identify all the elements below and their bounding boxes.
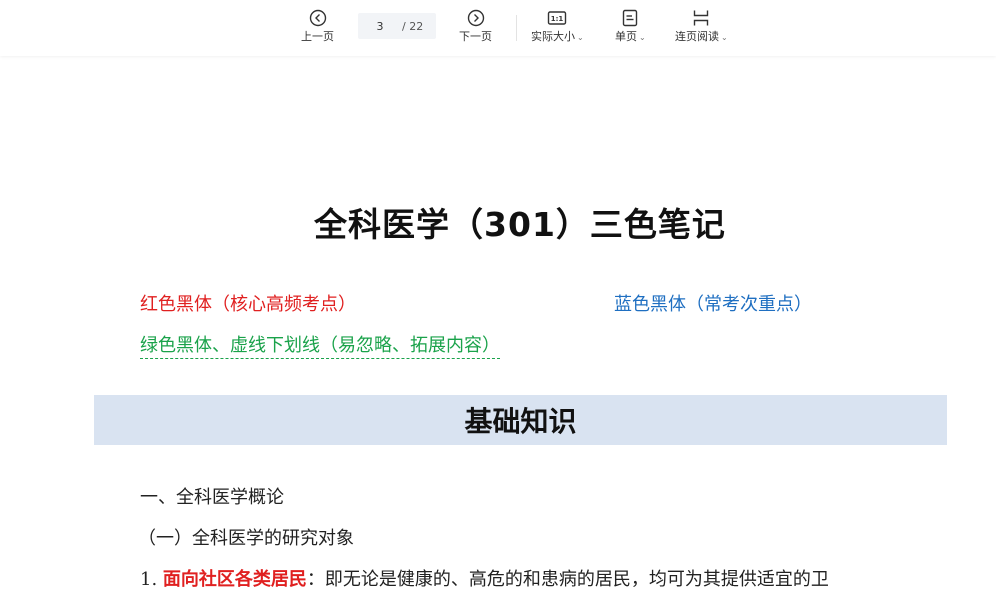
chevron-down-icon: ⌄ [639,33,646,42]
legend-green-extended: 绿色黑体、虚线下划线（易忽略、拓展内容） [140,331,500,359]
actual-size-button[interactable]: 1:1 实际大小 ⌄ [531,8,584,45]
document-title: 全科医学（301）三色笔记 [314,205,726,244]
subsection-heading: （一）全科医学的研究对象 [138,528,354,549]
prev-page-label: 上一页 [301,30,334,43]
legend-red-core: 红色黑体（核心高频考点） [140,294,356,315]
toolbar-divider [516,15,517,41]
continuous-page-icon [692,8,710,28]
section-title: 基础知识 [464,405,577,438]
next-page-label: 下一页 [459,30,492,43]
current-page-input[interactable]: 3 [358,20,402,33]
actual-size-icon: 1:1 [547,8,567,28]
body-paragraph: 1. 面向社区各类居民：即无论是健康的、高危的和患病的居民，均可为其提供适宜的卫 [140,565,829,591]
total-pages: / 22 [402,19,424,33]
list-number: 1. [140,569,158,590]
paragraph-text: ：即无论是健康的、高危的和患病的居民，均可为其提供适宜的卫 [306,569,829,590]
svg-text:1:1: 1:1 [551,15,564,23]
continuous-reading-button[interactable]: 连页阅读 ⌄ [675,8,728,45]
single-page-button[interactable]: 单页 ⌄ [615,8,646,45]
circle-chevron-left-icon [309,8,327,28]
page-indicator[interactable]: 3 / 22 [358,13,436,39]
chapter-heading: 一、全科医学概论 [140,487,284,508]
single-page-icon [622,8,638,28]
single-page-label: 单页 [615,30,637,43]
chevron-down-icon: ⌄ [577,33,584,42]
highlight-core-term: 面向社区各类居民 [162,569,307,590]
prev-page-button[interactable]: 上一页 [301,8,334,44]
section-header-band: 基础知识 [94,395,947,445]
circle-chevron-right-icon [467,8,485,28]
actual-size-label: 实际大小 [531,30,575,43]
legend-blue-secondary: 蓝色黑体（常考次重点） [614,294,812,315]
next-page-button[interactable]: 下一页 [459,8,492,44]
viewer-toolbar: 上一页 3 / 22 下一页 1:1 实际大小 ⌄ 单页 ⌄ 连页阅读 ⌄ [0,0,996,56]
continuous-reading-label: 连页阅读 [675,30,719,43]
chevron-down-icon: ⌄ [721,33,728,42]
